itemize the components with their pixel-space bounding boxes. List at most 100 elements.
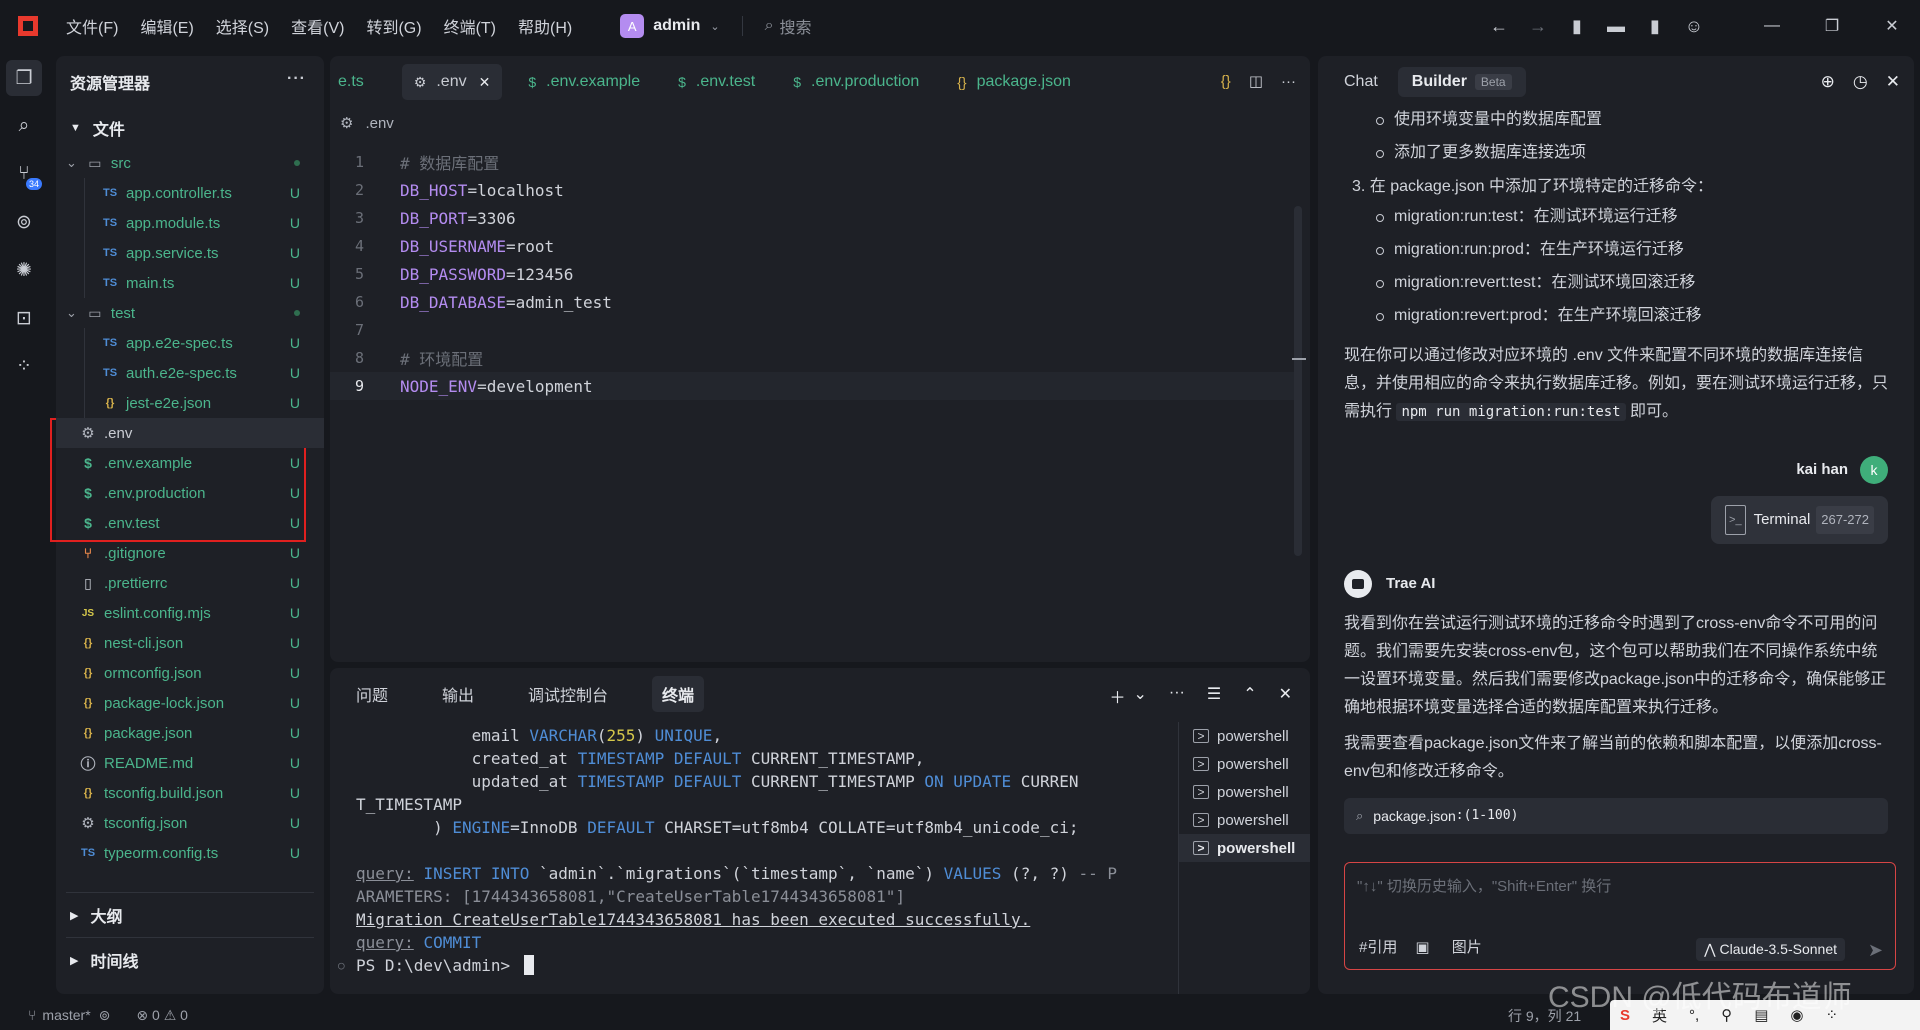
tab-env[interactable]: ⚙ .env ✕	[401, 64, 503, 100]
file-row[interactable]: TS app.service.ts U	[56, 238, 324, 268]
history-icon[interactable]: ◷	[1853, 72, 1868, 92]
tab-builder[interactable]: Builder Beta	[1397, 67, 1526, 97]
tab-envtest[interactable]: $ .env.test	[666, 64, 767, 100]
menu-go[interactable]: 转到(G)	[366, 14, 421, 38]
close-icon[interactable]: ✕	[1886, 72, 1900, 92]
json-icon[interactable]: {}	[1221, 73, 1231, 90]
search-input[interactable]: ⌕ 搜索	[765, 14, 812, 38]
file-row[interactable]: {} tsconfig.build.json U	[56, 778, 324, 808]
files-section-header[interactable]: ▼ 文件	[56, 108, 324, 148]
preview-icon[interactable]: ⊡	[6, 300, 42, 336]
more-icon[interactable]: ···	[1281, 73, 1296, 90]
restore-icon[interactable]: ❐	[1824, 16, 1840, 36]
tab-problems[interactable]: 问题	[346, 676, 398, 712]
terminal-instance[interactable]: > powershell	[1179, 834, 1310, 862]
tab-envproduction[interactable]: $ .env.production	[781, 64, 931, 100]
workspace-switcher[interactable]: A admin ⌄	[620, 14, 720, 38]
menu-file[interactable]: 文件(F)	[66, 14, 118, 38]
terminal-output[interactable]: email VARCHAR(255) UNIQUE, created_at TI…	[338, 724, 1176, 977]
close-panel-icon[interactable]: ✕	[1279, 684, 1292, 708]
toggle-right-panel-icon[interactable]: ▮	[1645, 16, 1665, 37]
explorer-icon[interactable]: ❐	[6, 60, 42, 96]
menu-terminal[interactable]: 终端(T)	[444, 14, 496, 38]
file-reference[interactable]: ⌕ package.json :(1-100)	[1344, 798, 1888, 834]
breadcrumb-file[interactable]: .env	[365, 115, 393, 132]
back-arrow-icon[interactable]: ←	[1489, 16, 1509, 37]
menu-view[interactable]: 查看(V)	[291, 14, 344, 38]
sync-icon[interactable]: ⊚	[99, 1007, 111, 1024]
terminal-instance[interactable]: > powershell	[1179, 750, 1310, 778]
forward-arrow-icon[interactable]: →	[1528, 16, 1548, 37]
code-area[interactable]: 1 # 数据库配置 2 DB_HOST=localhost 3 DB_PORT=3306 4…	[330, 148, 1310, 400]
terminal-instance[interactable]: > powershell	[1179, 722, 1310, 750]
problems-indicator[interactable]: ⊗ 0 ⚠ 0	[136, 1007, 188, 1024]
git-status-badge: U	[289, 845, 300, 861]
menu-edit[interactable]: 编辑(E)	[140, 14, 193, 38]
file-row[interactable]: {} package.json U	[56, 718, 324, 748]
chevron-down-icon[interactable]: ⌄	[1133, 684, 1146, 708]
add-terminal-icon[interactable]: ＋	[1109, 684, 1125, 708]
timeline-section-header[interactable]: ▶ 时间线	[56, 938, 324, 982]
terminal-instance[interactable]: > powershell	[1179, 778, 1310, 806]
file-row[interactable]: TS app.e2e-spec.ts U	[56, 328, 324, 358]
debug-icon[interactable]: ✺	[6, 252, 42, 288]
file-row[interactable]: {} nest-cli.json U	[56, 628, 324, 658]
tab-chat[interactable]: Chat	[1344, 73, 1378, 91]
extensions-icon[interactable]: ⁘	[6, 348, 42, 384]
terminal-instance[interactable]: > powershell	[1179, 806, 1310, 834]
search-icon[interactable]: ⌕	[6, 108, 42, 144]
close-icon[interactable]: ✕	[479, 74, 491, 91]
file-row[interactable]: TS main.ts U	[56, 268, 324, 298]
remote-icon[interactable]: ⊚	[6, 204, 42, 240]
file-row[interactable]: JS eslint.config.mjs U	[56, 598, 324, 628]
file-row[interactable]: $ .env.test U	[56, 508, 324, 538]
tab-envexample[interactable]: $ .env.example	[516, 64, 652, 100]
send-icon[interactable]: ➤	[1868, 940, 1883, 961]
file-row[interactable]: TS app.module.ts U	[56, 208, 324, 238]
image-button[interactable]: ▣ 图片	[1415, 936, 1499, 957]
file-row[interactable]: ⑂ .gitignore U	[56, 538, 324, 568]
toggle-sidebar-icon[interactable]: ▮	[1567, 16, 1587, 37]
tab-output[interactable]: 输出	[432, 676, 484, 712]
maximize-panel-icon[interactable]: ⌃	[1243, 684, 1256, 708]
file-row[interactable]: {} jest-e2e.json U	[56, 388, 324, 418]
highlighted-env-files: ⚙ .env $ .env.example U $ .env.production U $ .en…	[50, 418, 324, 542]
folder-row[interactable]: ⌄ ▭ src	[56, 148, 324, 178]
editor-scrollbar[interactable]	[1294, 206, 1302, 556]
file-row[interactable]: $ .env.production U	[56, 478, 324, 508]
new-chat-icon[interactable]: ⊕	[1821, 72, 1835, 92]
file-row[interactable]: $ .env.example U	[56, 448, 324, 478]
file-row[interactable]: ⚙ .env	[56, 418, 324, 448]
tab-ets[interactable]: e.ts	[338, 64, 376, 100]
folder-row[interactable]: ⌄ ▭ test	[56, 298, 324, 328]
toggle-panel-icon[interactable]: ▬	[1606, 16, 1626, 37]
file-row[interactable]: {} package-lock.json U	[56, 688, 324, 718]
file-row[interactable]: ⓘ README.md U	[56, 748, 324, 778]
split-editor-icon[interactable]: ◫	[1249, 72, 1263, 90]
reference-button[interactable]: #引用	[1359, 936, 1397, 957]
branch-indicator[interactable]: ⑂ master* ⊚	[28, 1007, 110, 1024]
tab-terminal[interactable]: 终端	[652, 676, 705, 712]
account-icon[interactable]: ☺	[1684, 16, 1704, 37]
menu-help[interactable]: 帮助(H)	[518, 14, 572, 38]
file-row[interactable]: TS typeorm.config.ts U	[56, 838, 324, 868]
more-icon[interactable]: ···	[1169, 684, 1185, 708]
file-row[interactable]: ▯ .prettierrc U	[56, 568, 324, 598]
chat-input[interactable]: "↑↓" 切换历史输入，"Shift+Enter" 换行 #引用 ▣ 图片 ⋀ …	[1344, 862, 1896, 970]
file-row[interactable]: TS app.controller.ts U	[56, 178, 324, 208]
close-icon[interactable]: ✕	[1884, 16, 1900, 36]
menu-selection[interactable]: 选择(S)	[216, 14, 269, 38]
minimize-icon[interactable]: —	[1764, 17, 1780, 35]
file-row[interactable]: {} ormconfig.json U	[56, 658, 324, 688]
file-name: .env.production	[104, 484, 206, 502]
model-select[interactable]: ⋀ Claude-3.5-Sonnet	[1696, 938, 1845, 961]
file-row[interactable]: ⚙ tsconfig.json U	[56, 808, 324, 838]
file-row[interactable]: TS auth.e2e-spec.ts U	[56, 358, 324, 388]
tab-packagejson[interactable]: {} package.json	[945, 64, 1083, 100]
outline-section-header[interactable]: ▶ 大纲	[56, 893, 324, 937]
source-control-icon[interactable]: ⑂ 34	[6, 156, 42, 192]
layout-icon[interactable]: ☰	[1207, 684, 1221, 708]
tab-debug-console[interactable]: 调试控制台	[518, 676, 618, 712]
more-icon[interactable]: ···	[287, 70, 306, 88]
user-message[interactable]: >_ Terminal 267-272	[1711, 496, 1888, 544]
